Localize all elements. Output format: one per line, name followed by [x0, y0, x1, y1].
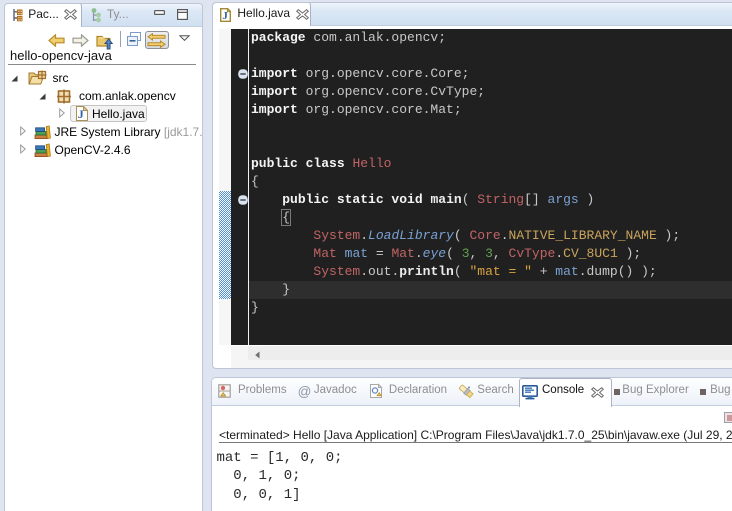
svg-text:J: J	[222, 10, 228, 22]
svg-text:J: J	[78, 107, 84, 121]
